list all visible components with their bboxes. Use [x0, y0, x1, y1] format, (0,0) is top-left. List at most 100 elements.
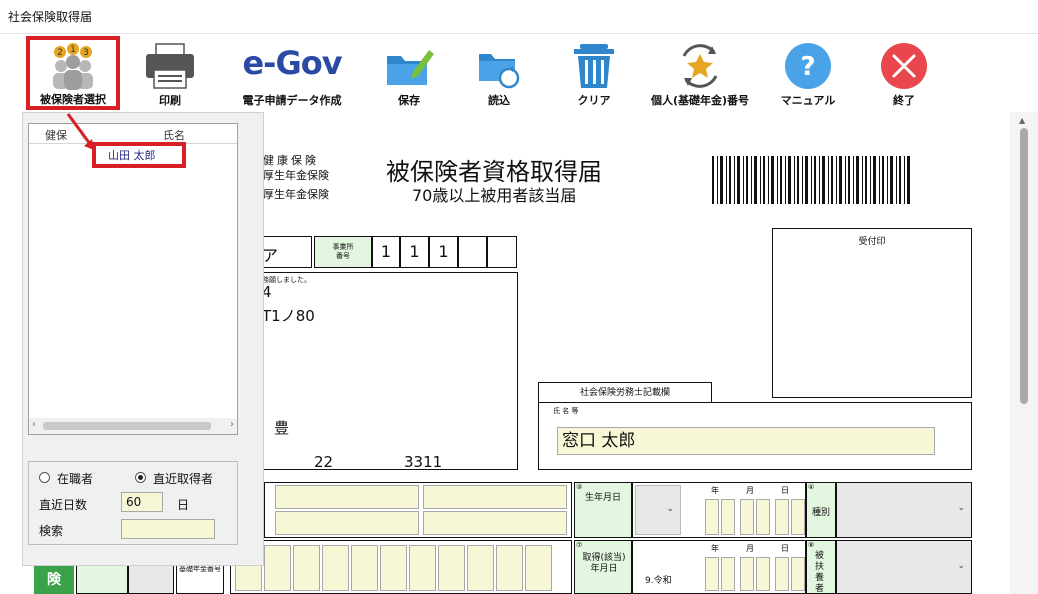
save-button[interactable]: 保存 — [361, 38, 457, 108]
type-select[interactable]: ⌄ — [836, 482, 972, 538]
office-code-label: 事業所 番号 — [314, 236, 372, 268]
chevron-down-icon: ⌄ — [957, 503, 965, 513]
search-input[interactable] — [121, 519, 215, 539]
pension-number-row — [230, 540, 572, 594]
birth-year-digit-2[interactable] — [721, 499, 735, 535]
name-field-1[interactable] — [275, 485, 419, 509]
scroll-left-icon[interactable]: ‹ — [32, 419, 36, 430]
office-code-digit-3[interactable]: 1 — [429, 236, 458, 268]
dependent-label: 被扶養者 — [815, 551, 825, 594]
vertical-scrollbar[interactable]: ▲ — [1010, 112, 1038, 594]
birth-label: 生年月日 — [584, 493, 621, 503]
pension-digit-2[interactable] — [264, 545, 291, 591]
recent-days-unit: 日 — [177, 498, 190, 512]
barcode-image — [712, 156, 910, 204]
sharoushi-name-field[interactable]: 窓口 太郎 — [557, 427, 935, 455]
birth-era-select[interactable]: ⌄ — [635, 485, 681, 535]
chevron-down-icon: ⌄ — [666, 504, 674, 514]
pension-digit-7[interactable] — [409, 545, 436, 591]
radio-employed[interactable] — [39, 472, 50, 483]
exit-button[interactable]: 終了 — [856, 38, 952, 108]
birth-year-digit-1[interactable] — [705, 499, 719, 535]
folder-pencil-icon — [387, 50, 434, 85]
column-name[interactable]: 氏名 — [163, 127, 185, 143]
selected-insured-name: 山田 太郎 — [108, 149, 156, 162]
search-label: 検索 — [39, 524, 64, 538]
birth-day-label: 日 — [781, 486, 789, 495]
name-field-3[interactable] — [275, 511, 419, 535]
insured-selection-panel: 健保 | 氏名 ‹ › 在職者 直近取得者 直近日数 60 日 検索 — [22, 112, 264, 566]
sharoushi-label: 社会保険労務士記載欄 — [538, 382, 712, 404]
acquire-date-label: 取得(該当)年月日 — [582, 553, 626, 574]
address-fragment-2: T1ノ80 — [262, 307, 315, 325]
acquire-day-label: 日 — [781, 544, 789, 553]
window-title: 社会保険取得届 — [0, 0, 1038, 34]
pension-digit-11[interactable] — [525, 545, 552, 591]
insured-list[interactable]: 健保 | 氏名 ‹ › — [28, 123, 238, 435]
birth-month-label: 月 — [746, 486, 754, 495]
pension-number-button[interactable]: 個人(基礎年金)番号 — [640, 38, 760, 108]
acquire-year-digit-2[interactable] — [721, 557, 735, 591]
manual-button[interactable]: ? マニュアル — [760, 38, 856, 108]
dependent-select[interactable]: ⌄ — [836, 540, 972, 594]
birth-day-digit-2[interactable] — [791, 499, 805, 535]
pension-digit-9[interactable] — [467, 545, 494, 591]
scroll-thumb[interactable] — [1020, 128, 1028, 404]
acquire-day-digit-2[interactable] — [791, 557, 805, 591]
dependent-label-cell: ⑧ 被扶養者 — [806, 540, 836, 594]
clear-button[interactable]: クリア — [546, 38, 642, 108]
pension-digit-8[interactable] — [438, 545, 465, 591]
acquire-year-digit-1[interactable] — [705, 557, 719, 591]
name-field-2[interactable] — [423, 485, 567, 509]
load-label: 読込 — [488, 94, 510, 107]
pension-digit-10[interactable] — [496, 545, 523, 591]
reception-stamp-label: 受付印 — [858, 237, 886, 247]
acquire-day-digit-1[interactable] — [775, 557, 789, 591]
insurance-line-3: 厚生年金保険 — [263, 188, 329, 201]
print-button[interactable]: 印刷 — [122, 38, 218, 108]
phone-area: 22 — [314, 453, 334, 471]
chevron-down-icon: ⌄ — [957, 561, 965, 571]
sharoushi-box: 氏 名 等 窓口 太郎 — [538, 402, 972, 470]
insurance-line-1: 健康保険 — [263, 154, 319, 167]
office-code-digit-2[interactable]: 1 — [400, 236, 429, 268]
phone-number: 3311 — [404, 453, 443, 471]
acquire-circle: ⑦ — [576, 541, 583, 549]
office-code-digit-4[interactable] — [458, 236, 487, 268]
select-insured-label: 被保険者選択 — [40, 93, 106, 106]
scroll-up-icon[interactable]: ▲ — [1019, 116, 1025, 125]
radio-recent[interactable] — [135, 472, 146, 483]
selected-insured-row[interactable]: 山田 太郎 — [92, 142, 186, 168]
office-code-digit-5[interactable] — [487, 236, 517, 268]
list-horizontal-scrollbar[interactable]: ‹ › — [29, 418, 237, 434]
acquire-month-digit-1[interactable] — [740, 557, 754, 591]
filter-group: 在職者 直近取得者 直近日数 60 日 検索 — [28, 461, 238, 545]
pension-digit-3[interactable] — [293, 545, 320, 591]
recent-days-input[interactable]: 60 — [121, 492, 163, 512]
birth-month-digit-2[interactable] — [756, 499, 770, 535]
dependent-circle: ⑧ — [808, 541, 815, 549]
save-label: 保存 — [398, 94, 420, 107]
svg-text:3: 3 — [83, 48, 89, 58]
birth-day-digit-1[interactable] — [775, 499, 789, 535]
office-prefix-text: ア — [262, 246, 279, 265]
print-label: 印刷 — [159, 94, 181, 107]
acquire-era-value: 9.令和 — [645, 576, 672, 586]
birth-month-digit-1[interactable] — [740, 499, 754, 535]
egov-button[interactable]: e-Gov 電子申請データ作成 — [232, 38, 352, 108]
load-button[interactable]: 読込 — [451, 38, 547, 108]
pension-digit-6[interactable] — [380, 545, 407, 591]
pension-digit-4[interactable] — [322, 545, 349, 591]
name-field-4[interactable] — [423, 511, 567, 535]
clear-label: クリア — [577, 94, 611, 107]
toolbar: 2 1 3 被保険者選択 印刷 e-Gov 電子申請データ作成 保存 読込 クリ… — [0, 34, 1038, 112]
office-code-digit-1[interactable]: 1 — [372, 236, 400, 268]
acquire-month-digit-2[interactable] — [756, 557, 770, 591]
list-scroll-thumb[interactable] — [43, 422, 211, 430]
pension-digit-5[interactable] — [351, 545, 378, 591]
scroll-right-icon[interactable]: › — [230, 419, 234, 430]
select-insured-button[interactable]: 2 1 3 被保険者選択 — [26, 36, 120, 110]
svg-text:?: ? — [800, 52, 815, 82]
svg-text:1: 1 — [70, 45, 76, 55]
svg-text:2: 2 — [57, 48, 63, 58]
